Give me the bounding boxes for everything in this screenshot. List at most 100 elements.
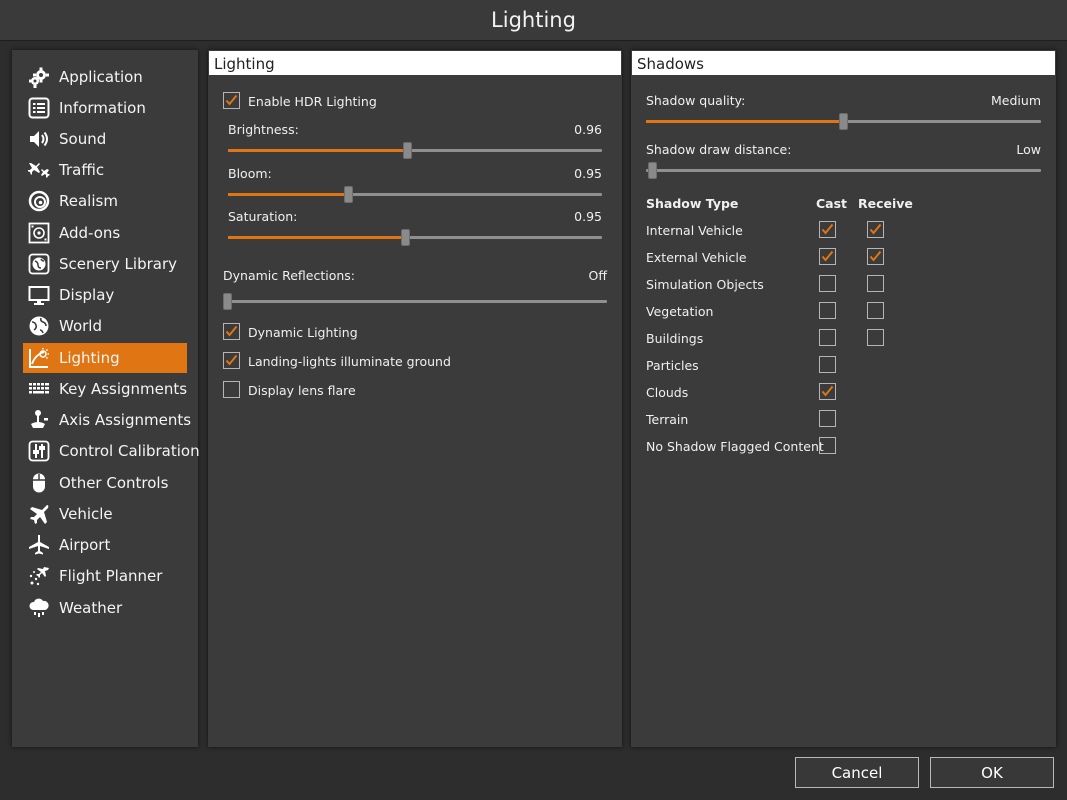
clouds-cast-checkbox[interactable] (819, 383, 836, 400)
lens-flare-checkbox[interactable] (223, 381, 240, 398)
enable-hdr-label: Enable HDR Lighting (248, 94, 377, 109)
dynamic-reflections-slider-thumb[interactable] (223, 293, 232, 310)
bloom-value: 0.95 (574, 166, 602, 181)
external-vehicle-receive-checkbox[interactable] (867, 248, 884, 265)
shadow-row-particles: Particles (646, 358, 699, 373)
buildings-cast-checkbox[interactable] (819, 329, 836, 346)
sidebar-item-application[interactable]: Application (23, 62, 187, 92)
speaker-icon (28, 128, 50, 150)
weather-icon (28, 597, 50, 619)
gear-icon (28, 66, 50, 88)
sidebar-item-other-controls[interactable]: Other Controls (23, 468, 187, 498)
sidebar-item-label: Scenery Library (59, 255, 177, 273)
ok-button[interactable]: OK (930, 757, 1054, 788)
shadow-draw-distance-label: Shadow draw distance: (646, 142, 792, 157)
monitor-icon (28, 284, 50, 306)
sidebar-item-airport[interactable]: Airport (23, 530, 187, 560)
landing-lights-checkbox[interactable] (223, 352, 240, 369)
airport-plane-icon (28, 534, 50, 556)
sidebar-item-label: Flight Planner (59, 567, 163, 585)
shadow-row-buildings: Buildings (646, 331, 704, 346)
sidebar-item-information[interactable]: Information (23, 93, 187, 123)
checkmark-icon (869, 250, 882, 262)
bloom-slider[interactable] (228, 186, 602, 203)
simulation-objects-cast-checkbox[interactable] (819, 275, 836, 292)
internal-vehicle-cast-checkbox[interactable] (819, 221, 836, 238)
shadow-row-clouds: Clouds (646, 385, 689, 400)
bloom-slider-thumb[interactable] (344, 186, 353, 203)
checkmark-icon (821, 385, 834, 397)
sidebar-item-lighting[interactable]: Lighting (23, 343, 187, 373)
sidebar-item-label: Application (59, 68, 143, 86)
scenery-icon (28, 253, 50, 275)
checkmark-icon (225, 354, 238, 366)
saturation-value: 0.95 (574, 209, 602, 224)
sidebar-item-weather[interactable]: Weather (23, 593, 187, 623)
shadow-draw-distance-value: Low (1016, 142, 1041, 157)
addons-icon (28, 222, 50, 244)
checkmark-icon (821, 223, 834, 235)
shadow-quality-label: Shadow quality: (646, 93, 746, 108)
internal-vehicle-receive-checkbox[interactable] (867, 221, 884, 238)
sidebar-item-label: Other Controls (59, 474, 169, 492)
sidebar-item-axis-assignments[interactable]: Axis Assignments (23, 405, 191, 435)
sidebar-item-label: Realism (59, 192, 118, 210)
cast-column-header: Cast (816, 196, 848, 211)
joystick-icon (28, 409, 50, 431)
saturation-slider-fill (228, 236, 406, 239)
list-icon (28, 97, 50, 119)
sidebar-item-control-calibration[interactable]: Control Calibration (23, 436, 200, 466)
lighting-icon (28, 347, 50, 369)
enable-hdr-checkbox[interactable] (223, 92, 240, 109)
saturation-slider[interactable] (228, 229, 602, 246)
keyboard-icon (28, 378, 50, 400)
shadow-quality-slider-thumb[interactable] (839, 113, 848, 130)
shadow-quality-slider[interactable] (646, 113, 1041, 130)
landing-lights-label: Landing-lights illuminate ground (248, 354, 451, 369)
cancel-button[interactable]: Cancel (795, 757, 919, 788)
dynamic-lighting-checkbox[interactable] (223, 323, 240, 340)
shadow-type-column-header: Shadow Type (646, 196, 739, 211)
shadow-row-external-vehicle: External Vehicle (646, 250, 747, 265)
sidebar-item-sound[interactable]: Sound (23, 124, 187, 154)
sidebar-item-display[interactable]: Display (23, 280, 187, 310)
lens-flare-label: Display lens flare (248, 383, 356, 398)
sidebar-item-realism[interactable]: Realism (23, 186, 187, 216)
brightness-slider[interactable] (228, 142, 602, 159)
globe-icon (28, 315, 50, 337)
shadows-panel: Shadows Shadow quality: Medium Shadow dr… (631, 50, 1056, 747)
sidebar-item-world[interactable]: World (23, 311, 187, 341)
checkmark-icon (225, 325, 238, 337)
external-vehicle-cast-checkbox[interactable] (819, 248, 836, 265)
shadows-panel-header: Shadows (631, 50, 1056, 76)
airplane-icon (28, 503, 50, 525)
simulation-objects-receive-checkbox[interactable] (867, 275, 884, 292)
sidebar-item-traffic[interactable]: Traffic (23, 155, 187, 185)
sidebar-item-label: Airport (59, 536, 111, 554)
shadow-row-terrain: Terrain (646, 412, 689, 427)
sidebar-item-addons[interactable]: Add-ons (23, 218, 187, 248)
no-shadow-flagged-cast-checkbox[interactable] (819, 437, 836, 454)
particles-cast-checkbox[interactable] (819, 356, 836, 373)
vegetation-cast-checkbox[interactable] (819, 302, 836, 319)
sidebar-item-flight-planner[interactable]: Flight Planner (23, 561, 187, 591)
shadow-draw-distance-slider-thumb[interactable] (648, 162, 657, 179)
sidebar-item-label: Vehicle (59, 505, 113, 523)
brightness-slider-thumb[interactable] (403, 142, 412, 159)
shadow-row-internal-vehicle: Internal Vehicle (646, 223, 743, 238)
dynamic-reflections-slider[interactable] (223, 293, 607, 310)
shadow-row-no-shadow-flagged: No Shadow Flagged Content (646, 439, 824, 454)
shadow-quality-slider-fill (646, 120, 843, 123)
saturation-slider-thumb[interactable] (401, 229, 410, 246)
sidebar-item-key-assignments[interactable]: Key Assignments (23, 374, 187, 404)
sidebar-item-scenery-library[interactable]: Scenery Library (23, 249, 187, 279)
sidebar-item-vehicle[interactable]: Vehicle (23, 499, 187, 529)
buildings-receive-checkbox[interactable] (867, 329, 884, 346)
vegetation-receive-checkbox[interactable] (867, 302, 884, 319)
checkmark-icon (821, 250, 834, 262)
shadow-row-simulation-objects: Simulation Objects (646, 277, 764, 292)
terrain-cast-checkbox[interactable] (819, 410, 836, 427)
dynamic-reflections-value: Off (588, 268, 607, 283)
shadow-draw-distance-slider[interactable] (646, 162, 1041, 179)
receive-column-header: Receive (858, 196, 913, 211)
